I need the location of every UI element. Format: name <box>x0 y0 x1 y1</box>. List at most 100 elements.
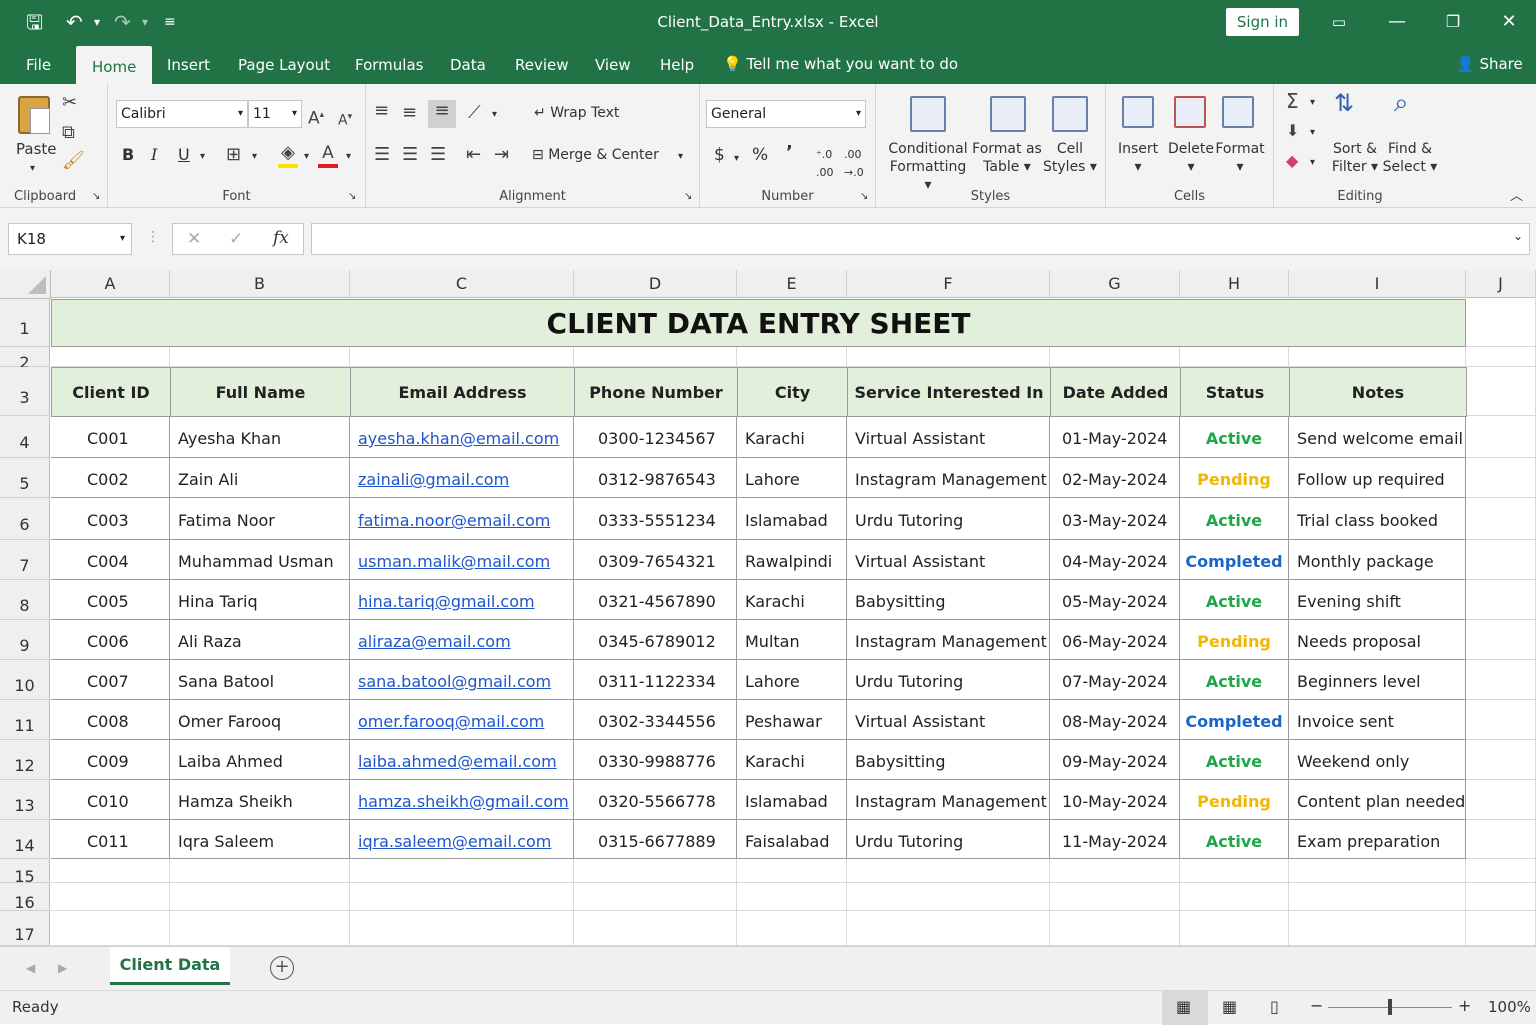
paste-dropdown-icon[interactable]: ▾ <box>30 160 35 178</box>
row-header[interactable]: 10 <box>0 660 50 700</box>
table-cell-date-added[interactable]: 03-May-2024 <box>1050 498 1180 540</box>
grid-cell[interactable] <box>1466 498 1536 540</box>
table-cell-phone[interactable]: 0330-9988776 <box>574 740 737 780</box>
grid-cell[interactable] <box>1180 347 1289 367</box>
zoom-level[interactable]: 100% <box>1488 998 1531 1016</box>
number-format-select[interactable]: General ▾ <box>706 100 866 128</box>
font-size-select[interactable]: 11 ▾ <box>248 100 302 128</box>
format-cells-icon[interactable] <box>1222 96 1254 128</box>
table-cell-client-id[interactable]: C001 <box>51 416 170 458</box>
table-cell-city[interactable]: Karachi <box>737 740 847 780</box>
decrease-decimal-icon[interactable]: .00 →.0 <box>844 146 864 182</box>
grid-cell[interactable] <box>1466 660 1536 700</box>
grid-cell[interactable] <box>737 883 847 911</box>
column-header[interactable]: H <box>1180 270 1289 298</box>
copy-icon[interactable]: ⧉ <box>62 122 75 144</box>
grid-cell[interactable] <box>1050 883 1180 911</box>
grid-cell[interactable] <box>574 911 737 946</box>
email-link[interactable]: omer.farooq@mail.com <box>358 712 544 731</box>
table-cell-service[interactable]: Instagram Management <box>847 620 1050 660</box>
fill-dropdown-icon[interactable]: ▾ <box>1310 124 1315 142</box>
save-icon[interactable]: 🖫 <box>26 10 43 34</box>
table-cell-status[interactable]: Pending <box>1180 620 1289 660</box>
grid-cell[interactable] <box>1289 859 1466 883</box>
page-layout-view-icon[interactable]: ▦ <box>1222 998 1237 1016</box>
grid-cell[interactable] <box>1466 883 1536 911</box>
table-cell-notes[interactable]: Evening shift <box>1289 580 1466 620</box>
row-header[interactable]: 7 <box>0 540 50 580</box>
table-cell-city[interactable]: Islamabad <box>737 780 847 820</box>
table-cell-city[interactable]: Karachi <box>737 580 847 620</box>
sign-in-button[interactable]: Sign in <box>1226 8 1299 36</box>
paste-icon[interactable] <box>18 96 50 134</box>
column-header[interactable]: J <box>1466 270 1536 298</box>
table-cell-date-added[interactable]: 01-May-2024 <box>1050 416 1180 458</box>
row-header[interactable]: 9 <box>0 620 50 660</box>
cell-styles-button[interactable]: Cell Styles ▾ <box>1042 140 1098 176</box>
table-cell-full-name[interactable]: Ali Raza <box>170 620 350 660</box>
table-cell-client-id[interactable]: C009 <box>51 740 170 780</box>
table-cell-client-id[interactable]: C010 <box>51 780 170 820</box>
undo-dropdown-icon[interactable]: ▾ <box>94 10 100 34</box>
email-link[interactable]: hamza.sheikh@gmail.com <box>358 792 569 811</box>
table-cell-full-name[interactable]: Ayesha Khan <box>170 416 350 458</box>
customize-qat-icon[interactable]: ≡ <box>164 10 176 34</box>
grid-cell[interactable] <box>847 883 1050 911</box>
table-cell-service[interactable]: Urdu Tutoring <box>847 660 1050 700</box>
table-cell-client-id[interactable]: C003 <box>51 498 170 540</box>
grid-cell[interactable] <box>51 347 170 367</box>
table-cell-full-name[interactable]: Fatima Noor <box>170 498 350 540</box>
borders-icon[interactable]: ⊞ <box>226 144 241 166</box>
table-cell-city[interactable]: Lahore <box>737 458 847 498</box>
table-cell-full-name[interactable]: Omer Farooq <box>170 700 350 740</box>
email-link[interactable]: zainali@gmail.com <box>358 470 509 489</box>
column-header[interactable]: A <box>51 270 170 298</box>
table-cell-full-name[interactable]: Laiba Ahmed <box>170 740 350 780</box>
tab-file[interactable]: File <box>26 55 51 75</box>
increase-indent-icon[interactable]: ⇥ <box>494 144 509 166</box>
grid-cell[interactable] <box>1466 416 1536 458</box>
grid-cell[interactable] <box>1466 580 1536 620</box>
bold-button[interactable]: B <box>122 146 134 164</box>
alignment-launcher-icon[interactable]: ↘ <box>684 188 692 206</box>
table-cell-date-added[interactable]: 11-May-2024 <box>1050 820 1180 859</box>
fill-color-icon[interactable]: ◈ <box>278 142 298 168</box>
grid-cell[interactable] <box>847 859 1050 883</box>
restore-icon[interactable]: ❐ <box>1438 8 1468 36</box>
share-button[interactable]: 👤 Share <box>1456 55 1523 73</box>
delete-cells-icon[interactable] <box>1174 96 1206 128</box>
grid-cell[interactable] <box>1466 859 1536 883</box>
table-cell-city[interactable]: Multan <box>737 620 847 660</box>
currency-dropdown-icon[interactable]: ▾ <box>734 150 739 168</box>
table-header-cell[interactable]: Phone Number <box>574 367 738 417</box>
table-cell-service[interactable]: Virtual Assistant <box>847 700 1050 740</box>
row-header[interactable]: 2 <box>0 347 50 372</box>
table-cell-status[interactable]: Active <box>1180 580 1289 620</box>
table-cell-email[interactable]: iqra.saleem@email.com <box>350 820 574 859</box>
row-header[interactable]: 16 <box>0 883 50 912</box>
tab-help[interactable]: Help <box>660 55 694 75</box>
sheet-title[interactable]: CLIENT DATA ENTRY SHEET <box>51 299 1466 347</box>
collapse-ribbon-icon[interactable]: ︿ <box>1510 188 1523 206</box>
grid-cell[interactable] <box>847 347 1050 367</box>
email-link[interactable]: fatima.noor@email.com <box>358 511 550 530</box>
decrease-indent-icon[interactable]: ⇤ <box>466 144 481 166</box>
table-cell-email[interactable]: zainali@gmail.com <box>350 458 574 498</box>
grid-cell[interactable] <box>1050 347 1180 367</box>
insert-cells-button[interactable]: Insert ▾ <box>1118 140 1158 176</box>
grid-cell[interactable] <box>1050 859 1180 883</box>
scroll-left-icon[interactable]: ◀ <box>26 959 35 977</box>
grid-cell[interactable] <box>51 911 170 946</box>
table-cell-date-added[interactable]: 08-May-2024 <box>1050 700 1180 740</box>
font-name-select[interactable]: Calibri ▾ <box>116 100 248 128</box>
grid-cell[interactable] <box>350 347 574 367</box>
zoom-in-icon[interactable]: + <box>1458 997 1471 1015</box>
grid-cell[interactable] <box>350 859 574 883</box>
increase-decimal-icon[interactable]: ⁺.0.00 <box>816 146 834 182</box>
tab-home[interactable]: Home <box>76 46 153 86</box>
table-cell-service[interactable]: Urdu Tutoring <box>847 820 1050 859</box>
delete-cells-button[interactable]: Delete ▾ <box>1166 140 1216 176</box>
grid-cell[interactable] <box>1050 911 1180 946</box>
table-cell-phone[interactable]: 0312-9876543 <box>574 458 737 498</box>
autosum-dropdown-icon[interactable]: ▾ <box>1310 94 1315 112</box>
